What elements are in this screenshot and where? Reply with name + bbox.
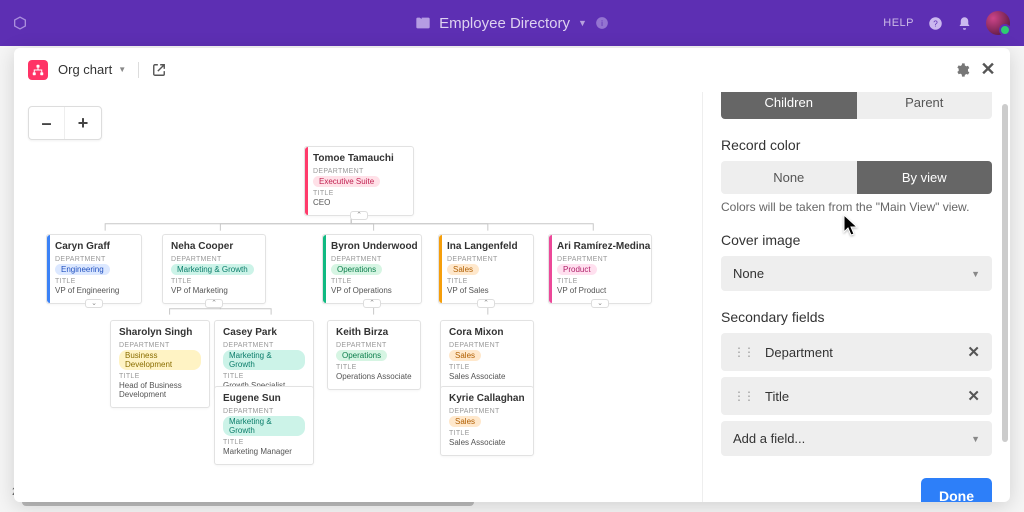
divider — [138, 62, 139, 78]
collapse-handle-icon[interactable]: ⌃ — [363, 299, 381, 308]
node-title-label: TITLE — [313, 190, 405, 197]
zoom-in-button[interactable]: + — [65, 107, 101, 139]
node-dept: Marketing & Growth — [223, 416, 305, 436]
node-dept-label: DEPARTMENT — [313, 168, 405, 175]
org-chart-app-icon — [28, 60, 48, 80]
collapse-handle-icon[interactable]: ⌃ — [205, 299, 223, 308]
close-icon[interactable]: ✕ — [980, 62, 996, 78]
secondary-field-row[interactable]: ⋮⋮ Title ✕ — [721, 377, 992, 415]
secondary-fields-title: Secondary fields — [721, 309, 992, 325]
chevron-down-icon: ▼ — [971, 269, 980, 279]
record-color-segment: None By view — [721, 161, 992, 194]
add-field-dropdown[interactable]: Add a field... ▼ — [721, 421, 992, 456]
record-color-title: Record color — [721, 137, 992, 153]
base-title-caret-icon[interactable]: ▼ — [578, 18, 587, 28]
view-name-caret-icon[interactable]: ▼ — [118, 65, 126, 74]
node-card[interactable]: Kyrie Callaghan DEPARTMENT Sales TITLE S… — [440, 386, 534, 456]
gear-icon[interactable] — [954, 62, 970, 78]
secondary-field-row[interactable]: ⋮⋮ Department ✕ — [721, 333, 992, 371]
org-chart-modal: Org chart ▼ ✕ – + — [14, 48, 1010, 502]
cover-image-value: None — [733, 266, 764, 281]
base-icon — [415, 15, 431, 31]
add-field-label: Add a field... — [733, 431, 805, 446]
node-card[interactable]: Byron Underwood DEPARTMENT Operations TI… — [322, 234, 422, 304]
expand-handle-icon[interactable]: ⌄ — [85, 299, 103, 308]
node-dept: Marketing & Growth — [223, 350, 305, 370]
drag-handle-icon[interactable]: ⋮⋮ — [733, 389, 753, 403]
help-icon[interactable]: ? — [928, 16, 943, 31]
collapse-handle-icon[interactable]: ⌃ — [350, 211, 368, 220]
zoom-control: – + — [28, 106, 102, 140]
node-card[interactable]: Ina Langenfeld DEPARTMENT Sales TITLE VP… — [438, 234, 534, 304]
color-none-option[interactable]: None — [721, 161, 857, 194]
node-dept: Product — [557, 264, 597, 275]
node-dept: Business Development — [119, 350, 201, 370]
app-topbar: Employee Directory ▼ i HELP ? — [0, 0, 1024, 46]
color-byview-option[interactable]: By view — [857, 161, 993, 194]
help-link[interactable]: HELP — [883, 17, 914, 29]
node-name: Caryn Graff — [55, 241, 133, 252]
node-dept: Operations — [331, 264, 382, 275]
drag-handle-icon[interactable]: ⋮⋮ — [733, 345, 753, 359]
share-icon[interactable] — [151, 62, 167, 78]
node-dept: Executive Suite — [313, 176, 380, 187]
field-name: Title — [765, 389, 789, 404]
cover-image-dropdown[interactable]: None ▼ — [721, 256, 992, 291]
chevron-down-icon: ▼ — [971, 434, 980, 444]
node-dept: Sales — [449, 416, 481, 427]
bell-icon[interactable] — [957, 16, 972, 31]
node-card[interactable]: Ari Ramírez-Medina DEPARTMENT Product TI… — [548, 234, 652, 304]
collapse-handle-icon[interactable]: ⌃ — [477, 299, 495, 308]
node-dept: Marketing & Growth — [171, 264, 254, 275]
cursor-icon — [843, 214, 861, 241]
base-title[interactable]: Employee Directory — [439, 15, 570, 32]
node-title: CEO — [313, 198, 405, 207]
node-card[interactable]: Neha Cooper DEPARTMENT Marketing & Growt… — [162, 234, 266, 304]
tree-direction-segment: Children Parent — [721, 92, 992, 119]
node-card[interactable]: Eugene Sun DEPARTMENT Marketing & Growth… — [214, 386, 314, 465]
org-chart-canvas[interactable]: – + Tomoe Tamauchi DEPARTMENT Ex — [14, 92, 702, 502]
node-dept: Sales — [447, 264, 479, 275]
node-card[interactable]: Caryn Graff DEPARTMENT Engineering TITLE… — [46, 234, 142, 304]
remove-field-icon[interactable]: ✕ — [967, 343, 980, 361]
tree-children-option[interactable]: Children — [721, 92, 857, 119]
info-icon[interactable]: i — [595, 16, 609, 30]
node-dept: Engineering — [55, 264, 110, 275]
node-dept: Operations — [336, 350, 387, 361]
zoom-out-button[interactable]: – — [29, 107, 65, 139]
svg-text:i: i — [601, 19, 603, 28]
done-button[interactable]: Done — [921, 478, 992, 502]
node-card[interactable]: Tomoe Tamauchi DEPARTMENT Executive Suit… — [304, 146, 414, 216]
workspace-icon[interactable] — [12, 15, 28, 31]
node-title: VP of Engineering — [55, 286, 133, 295]
user-avatar[interactable] — [986, 11, 1010, 35]
expand-handle-icon[interactable]: ⌄ — [591, 299, 609, 308]
remove-field-icon[interactable]: ✕ — [967, 387, 980, 405]
node-card[interactable]: Sharolyn Singh DEPARTMENT Business Devel… — [110, 320, 210, 408]
settings-panel: Children Parent Record color None By vie… — [702, 92, 1010, 502]
node-name: Tomoe Tamauchi — [313, 153, 405, 164]
tree-parent-option[interactable]: Parent — [857, 92, 993, 119]
view-name[interactable]: Org chart — [58, 62, 112, 77]
svg-text:?: ? — [933, 19, 938, 28]
record-color-hint: Colors will be taken from the "Main View… — [721, 200, 992, 214]
field-name: Department — [765, 345, 833, 360]
node-card[interactable]: Cora Mixon DEPARTMENT Sales TITLE Sales … — [440, 320, 534, 390]
node-card[interactable]: Keith Birza DEPARTMENT Operations TITLE … — [327, 320, 421, 390]
node-dept: Sales — [449, 350, 481, 361]
